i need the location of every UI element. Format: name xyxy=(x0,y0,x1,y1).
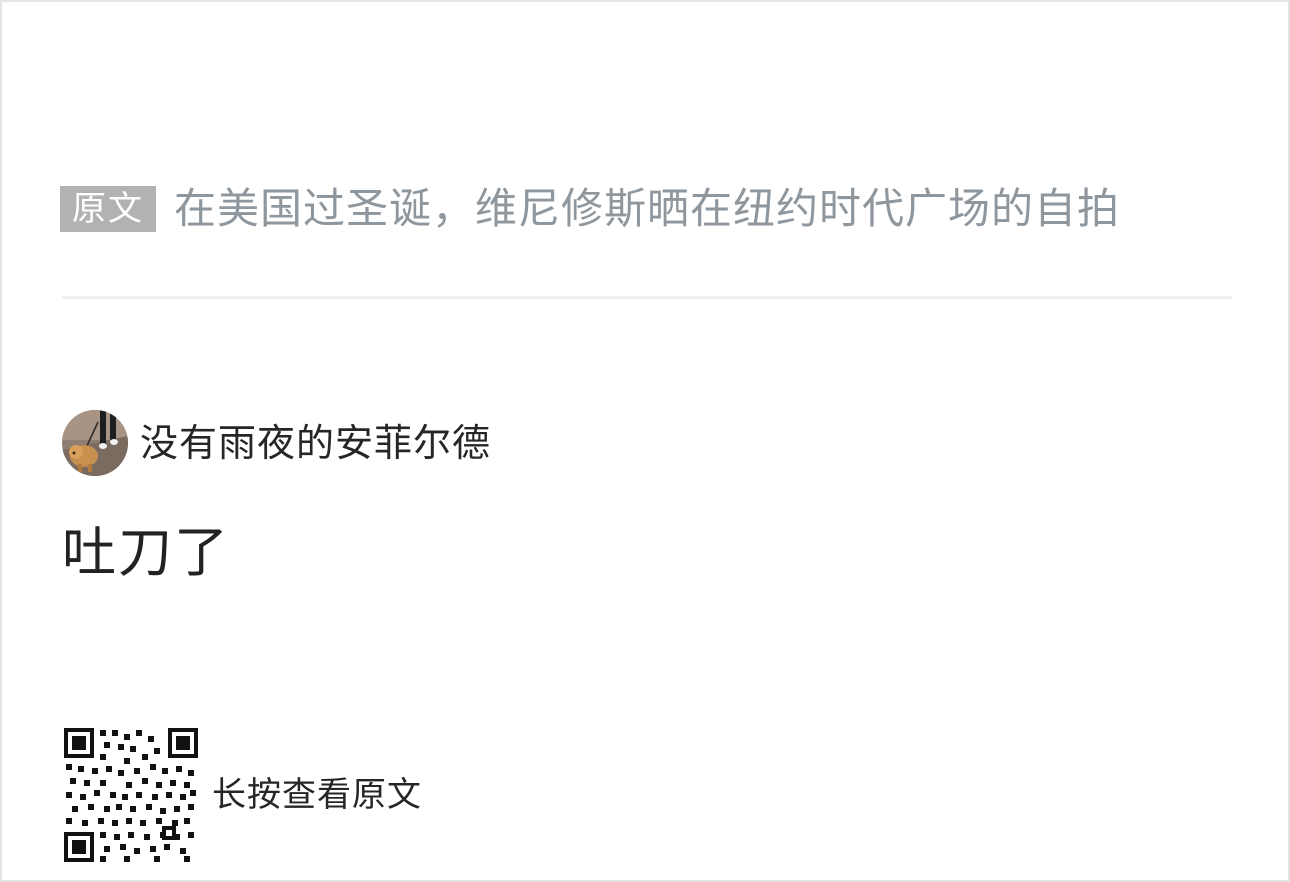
comment-text: 吐刀了 xyxy=(62,521,230,584)
qr-hint-text: 长按查看原文 xyxy=(212,775,422,815)
qr-section[interactable]: 长按查看原文 xyxy=(64,728,422,862)
original-badge: 原文 xyxy=(60,186,156,232)
author-name[interactable]: 没有雨夜的安菲尔德 xyxy=(140,419,491,467)
divider xyxy=(62,296,1232,299)
original-article-link[interactable]: 原文 在美国过圣诞，维尼修斯晒在纽约时代广场的自拍 xyxy=(60,184,1120,234)
comment-author[interactable]: 没有雨夜的安菲尔德 xyxy=(62,410,491,476)
original-article-title[interactable]: 在美国过圣诞，维尼修斯晒在纽约时代广场的自拍 xyxy=(174,184,1120,234)
dog-photo-avatar-icon xyxy=(62,410,128,476)
avatar[interactable] xyxy=(62,410,128,476)
qr-code-icon[interactable] xyxy=(64,728,198,862)
share-card: 原文 在美国过圣诞，维尼修斯晒在纽约时代广场的自拍 没有雨夜的安菲尔德 吐刀了 … xyxy=(0,0,1290,882)
